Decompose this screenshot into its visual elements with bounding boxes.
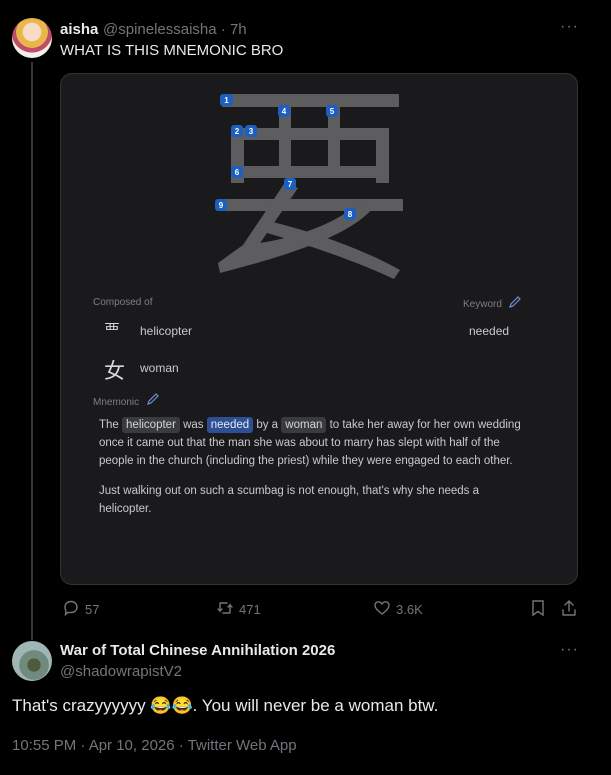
avatar[interactable]: [12, 641, 52, 681]
mnemonic-text: The helicopter was needed by a woman to …: [99, 416, 527, 530]
stroke-badge-1: 1: [220, 94, 233, 106]
retweet-count: 471: [239, 602, 261, 617]
tweet-text: WHAT IS THIS MNEMONIC BRO: [60, 42, 284, 59]
author-name[interactable]: aisha: [60, 21, 98, 38]
chip-helicopter: helicopter: [122, 417, 180, 433]
mnemonic-text-span: The: [99, 419, 119, 431]
retweet-icon: [217, 602, 233, 614]
tweet-text: That's crazyyyyyy 😂😂. You will never be …: [12, 696, 439, 715]
mnemonic-text-span: was: [183, 419, 204, 431]
kanji-stroke-diagram: 1 2 3 4 5 6 7 8 9: [215, 94, 403, 279]
stroke-badge-4: 4: [278, 105, 290, 117]
stroke-badge-2: 2: [231, 125, 243, 137]
svg-text:8: 8: [348, 210, 353, 219]
stroke-badge-9: 9: [215, 199, 227, 211]
stroke-badge-6: 6: [231, 166, 243, 178]
composed-of-label: Composed of: [93, 297, 153, 308]
edit-pencil-icon: [508, 295, 522, 312]
author-handle[interactable]: @spinelessaisha · 7h: [103, 21, 247, 38]
more-options-icon[interactable]: ···: [560, 641, 579, 659]
stroke-1: [222, 94, 399, 107]
stroke-6: [231, 166, 389, 178]
bookmark-button[interactable]: [530, 599, 551, 617]
reply-count: 57: [85, 602, 100, 617]
share-button[interactable]: [561, 599, 582, 617]
svg-text:7: 7: [288, 180, 293, 189]
avatar[interactable]: [12, 18, 52, 58]
thread-line: [31, 62, 33, 640]
like-count: 3.6K: [396, 602, 423, 617]
author-handle[interactable]: @shadowrapistV2: [60, 663, 182, 680]
keyword-value: needed: [469, 324, 510, 338]
svg-text:1: 1: [224, 96, 229, 105]
reply-icon: [64, 600, 78, 617]
stroke-9: [221, 199, 403, 211]
bookmark-icon: [532, 600, 544, 617]
component-label-woman: woman: [140, 361, 179, 375]
stroke-badge-5: 5: [326, 105, 338, 117]
component-glyph-west: 覀: [104, 321, 121, 340]
component-label-helicopter: helicopter: [140, 324, 193, 338]
stroke-badge-8: 8: [344, 208, 356, 220]
more-options-icon[interactable]: ···: [560, 18, 579, 36]
keyword-label: Keyword: [463, 299, 502, 310]
like-button[interactable]: 3.6K: [373, 599, 423, 617]
heart-icon: [374, 601, 390, 615]
mnemonic-paragraph-2: Just walking out on such a scumbag is no…: [99, 485, 480, 515]
stroke-badge-7: 7: [284, 178, 296, 190]
chip-keyword-needed: needed: [206, 417, 254, 433]
tweet-timestamp[interactable]: 10:55 PM · Apr 10, 2026 · Twitter Web Ap…: [12, 737, 297, 754]
retweet-button[interactable]: 471: [216, 599, 261, 617]
share-icon: [562, 600, 576, 616]
stroke-3: [237, 128, 388, 140]
svg-text:5: 5: [330, 107, 335, 116]
chip-woman: woman: [281, 417, 327, 433]
stroke-badge-3: 3: [245, 125, 257, 137]
mnemonic-paragraph-1: The helicopter was needed by a woman to …: [99, 416, 527, 470]
svg-text:3: 3: [249, 127, 254, 136]
component-glyph-woman: 女: [104, 359, 125, 383]
mnemonic-label: Mnemonic: [93, 397, 140, 408]
mnemonic-text-span: by a: [256, 419, 279, 431]
edit-pencil-icon: [146, 392, 160, 409]
svg-text:9: 9: [219, 201, 224, 210]
svg-text:6: 6: [235, 168, 240, 177]
reply-button[interactable]: 57: [62, 599, 99, 617]
svg-text:4: 4: [282, 107, 287, 116]
author-name[interactable]: War of Total Chinese Annihilation 2026: [60, 642, 335, 659]
svg-text:2: 2: [235, 127, 240, 136]
